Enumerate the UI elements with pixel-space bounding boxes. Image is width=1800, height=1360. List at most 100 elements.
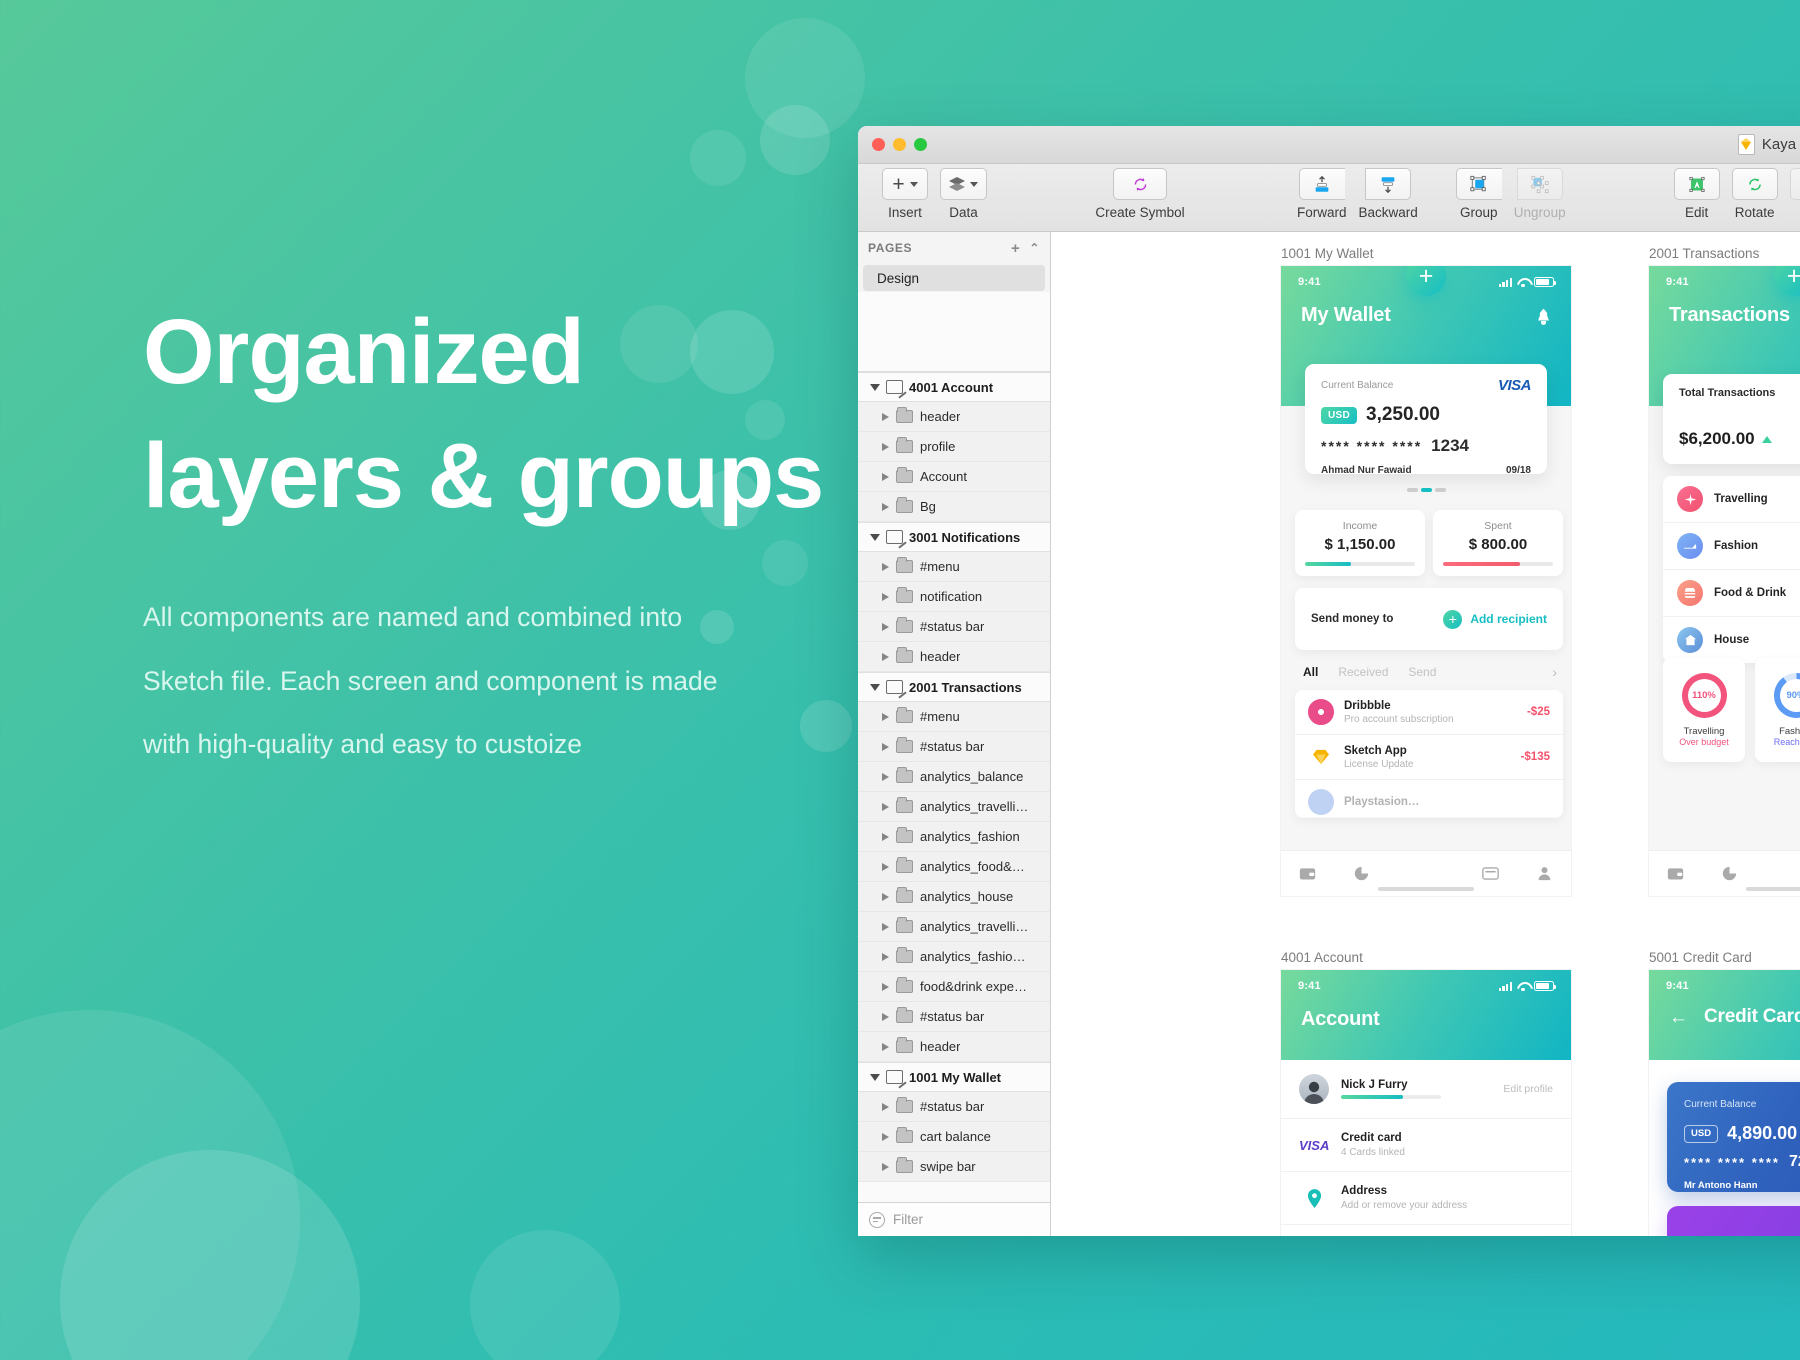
list-item[interactable]: notification — [858, 582, 1050, 612]
artboard-credit-card[interactable]: 9:41 ← Credit Card Current Balance USD 4… — [1649, 970, 1800, 1236]
send-money-card[interactable]: Send money to + Add recipient — [1295, 588, 1563, 650]
list-item[interactable]: #status bar — [858, 612, 1050, 642]
list-item[interactable]: analytics_fashio… — [858, 942, 1050, 972]
chevron-right-icon[interactable] — [882, 592, 889, 601]
chevron-right-icon[interactable] — [882, 652, 889, 661]
layer-filter-bar[interactable]: Filter — [858, 1202, 1050, 1236]
chevron-right-icon[interactable] — [882, 952, 889, 961]
chevron-down-icon[interactable] — [870, 683, 880, 691]
arrow-left-icon[interactable]: ← — [1669, 1008, 1688, 1027]
list-item[interactable]: #status bar — [858, 1092, 1050, 1122]
toolbar-create-symbol[interactable]: Create Symbol — [1085, 168, 1195, 220]
table-row[interactable]: House -$200 — [1663, 617, 1800, 663]
artboard-name-wallet[interactable]: 1001 My Wallet — [1281, 246, 1374, 261]
artboard-name-credit-card[interactable]: 5001 Credit Card — [1649, 950, 1752, 965]
list-item[interactable]: analytics_travelli… — [858, 792, 1050, 822]
tab-all[interactable]: All — [1303, 665, 1318, 679]
list-item[interactable]: #menu — [858, 552, 1050, 582]
chevron-up-icon[interactable]: ⌃ — [1029, 241, 1040, 255]
artboard-row[interactable]: 2001 Transactions — [858, 672, 1050, 702]
chevron-right-icon[interactable] — [882, 1102, 889, 1111]
table-row[interactable]: Fashion -$1200 — [1663, 523, 1800, 570]
tab-received[interactable]: Received — [1338, 665, 1388, 679]
summary-card[interactable]: Total Transactions This month ⌄ $6,200.0… — [1663, 374, 1800, 464]
chevron-down-icon[interactable] — [870, 383, 880, 391]
add-page-icon[interactable]: + — [1011, 240, 1020, 257]
artboard-row[interactable]: 3001 Notifications — [858, 522, 1050, 552]
chevron-down-icon[interactable] — [870, 1073, 880, 1081]
toolbar-ungroup[interactable]: Ungroup — [1508, 168, 1572, 220]
carousel-dots[interactable] — [1281, 488, 1571, 492]
artboard-row[interactable]: 4001 Account — [858, 372, 1050, 402]
chart-pie-icon[interactable] — [1353, 866, 1370, 881]
chevron-right-icon[interactable] — [882, 892, 889, 901]
edit-profile-link[interactable]: Edit profile — [1503, 1083, 1553, 1095]
chevron-right-icon[interactable] — [882, 1042, 889, 1051]
list-item[interactable]: swipe bar — [858, 1152, 1050, 1182]
list-item[interactable]: #status bar — [858, 732, 1050, 762]
wallet-icon[interactable] — [1667, 866, 1684, 881]
chevron-right-icon[interactable] — [882, 442, 889, 451]
toolbar-rotate[interactable]: Rotate — [1726, 168, 1784, 220]
add-recipient-link[interactable]: Add recipient — [1470, 612, 1547, 626]
person-icon[interactable] — [1536, 866, 1553, 881]
credit-card-visual[interactable]: Current Balance VISA USD 4,890.00 **** *… — [1667, 1082, 1800, 1192]
list-item[interactable]: analytics_balance — [858, 762, 1050, 792]
stat-card-spent[interactable]: Spent $ 800.00 — [1433, 510, 1563, 576]
chevron-down-icon[interactable] — [870, 533, 880, 541]
table-row[interactable]: Travelling -$1500 — [1663, 476, 1800, 523]
chevron-right-icon[interactable] — [882, 742, 889, 751]
chevron-right-icon[interactable] — [882, 1012, 889, 1021]
budget-card[interactable]: 90% Fashion Reach limit — [1755, 658, 1800, 762]
toolbar-group[interactable]: Group — [1450, 168, 1508, 220]
credit-card-visual-secondary[interactable] — [1667, 1206, 1800, 1236]
chevron-right-icon[interactable] — [882, 832, 889, 841]
table-row[interactable]: Playstasion… — [1295, 780, 1563, 818]
table-row[interactable]: Food & Drink -$900 — [1663, 570, 1800, 617]
page-item-design[interactable]: Design — [863, 265, 1045, 291]
layers-list[interactable]: 4001 Account header profile Account Bg 3… — [858, 372, 1050, 1236]
toolbar-mask[interactable]: Mas — [1784, 168, 1800, 220]
chevron-right-icon[interactable] — [882, 1162, 889, 1171]
tab-send[interactable]: Send — [1408, 665, 1436, 679]
chevron-right-icon[interactable]: › — [1552, 664, 1557, 680]
list-item[interactable]: analytics_food&… — [858, 852, 1050, 882]
list-item[interactable]: header — [858, 642, 1050, 672]
list-item[interactable]: analytics_travelli… — [858, 912, 1050, 942]
budget-cards[interactable]: 110% Travelling Over budget 90% Fashion … — [1663, 658, 1800, 762]
list-item[interactable]: cart balance — [858, 1122, 1050, 1152]
table-row[interactable]: Sketch App License Update -$135 — [1295, 735, 1563, 780]
list-item[interactable]: food&drink expe… — [858, 972, 1050, 1002]
toolbar-backward[interactable]: Backward — [1353, 168, 1424, 220]
chart-pie-icon[interactable] — [1721, 866, 1738, 881]
toolbar-forward[interactable]: Forward — [1291, 168, 1353, 220]
chevron-right-icon[interactable] — [882, 712, 889, 721]
artboard-name-account[interactable]: 4001 Account — [1281, 950, 1363, 965]
chevron-right-icon[interactable] — [882, 502, 889, 511]
toolbar-data[interactable]: Data — [934, 168, 993, 220]
artboard-wallet[interactable]: 9:41 My Wallet Current Balance VISA USD … — [1281, 266, 1571, 896]
chevron-right-icon[interactable] — [882, 622, 889, 631]
category-list[interactable]: Travelling -$1500 Fashion -$1200 Food & … — [1663, 476, 1800, 663]
list-item[interactable]: #status bar — [858, 1002, 1050, 1032]
plus-circle-icon[interactable]: + — [1443, 609, 1463, 629]
artboard-row[interactable]: 1001 My Wallet — [858, 1062, 1050, 1092]
card-icon[interactable] — [1482, 866, 1500, 881]
bell-icon[interactable] — [1536, 308, 1551, 325]
wallet-icon[interactable] — [1299, 866, 1316, 881]
stat-card-income[interactable]: Income $ 1,150.00 — [1295, 510, 1425, 576]
profile-row[interactable]: Nick J Furry Edit profile — [1281, 1060, 1571, 1119]
chevron-right-icon[interactable] — [882, 922, 889, 931]
toolbar-insert[interactable]: + Insert — [876, 168, 934, 220]
list-item[interactable]: #menu — [858, 702, 1050, 732]
list-item[interactable]: header — [858, 1032, 1050, 1062]
artboard-account[interactable]: 9:41 Account Nick J Furry Edit profile V… — [1281, 970, 1571, 1236]
toolbar-edit[interactable]: Edit — [1668, 168, 1726, 220]
list-item[interactable]: analytics_house — [858, 882, 1050, 912]
account-row-address[interactable]: Address Add or remove your address — [1281, 1172, 1571, 1225]
budget-card[interactable]: 110% Travelling Over budget — [1663, 658, 1745, 762]
chevron-right-icon[interactable] — [882, 862, 889, 871]
account-row-credit-card[interactable]: VISA Credit card 4 Cards linked — [1281, 1119, 1571, 1172]
balance-card[interactable]: Current Balance VISA USD 3,250.00 **** *… — [1305, 364, 1547, 476]
transaction-list[interactable]: Dribbble Pro account subscription -$25 S… — [1295, 690, 1563, 818]
